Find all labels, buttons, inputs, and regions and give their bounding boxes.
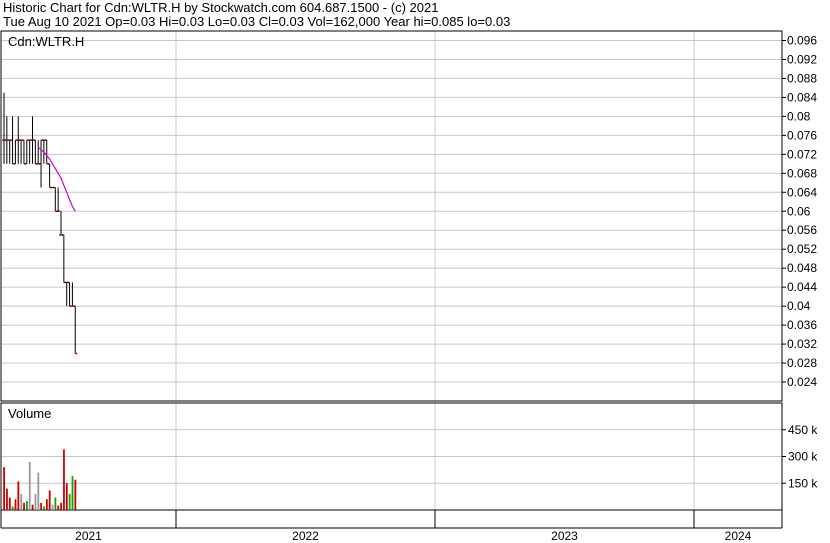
volume-bar	[48, 490, 51, 510]
volume-axis: 450 k 300 k 150 k	[782, 423, 818, 490]
volume-bar	[14, 499, 17, 510]
volume-bar	[40, 502, 43, 510]
volume-bar	[43, 506, 45, 510]
chart-frame	[0, 30, 783, 529]
year-axis: 2021 2022 2023 2024	[75, 510, 752, 543]
volume-bar	[3, 467, 5, 510]
volume-bar	[37, 472, 40, 510]
volume-bar	[6, 488, 8, 510]
volume-panel-title: Volume	[8, 406, 51, 421]
volume-bars	[3, 449, 77, 510]
volume-tick-label: 300 k	[788, 450, 818, 464]
volume-bar	[31, 504, 34, 510]
grid-layer	[1, 31, 782, 510]
volume-bar	[28, 461, 31, 510]
price-tick-label: 0.088	[787, 71, 817, 85]
price-tick-label: 0.04	[787, 299, 811, 313]
price-tick-label: 0.036	[787, 318, 817, 332]
ohlc-bars	[2, 92, 78, 355]
price-tick-label: 0.028	[787, 356, 817, 370]
volume-bar	[17, 481, 20, 510]
volume-bar	[68, 493, 71, 510]
price-tick-label: 0.052	[787, 242, 817, 256]
price-panel-title: Cdn:WLTR.H	[8, 34, 84, 49]
price-tick-label: 0.076	[787, 128, 817, 142]
volume-bar	[45, 499, 48, 510]
year-tick-label: 2024	[725, 529, 752, 543]
price-tick-label: 0.092	[787, 52, 817, 66]
volume-bar	[54, 497, 57, 510]
price-tick-label: 0.056	[787, 223, 817, 237]
volume-tick-label: 450 k	[788, 423, 818, 437]
volume-bar	[11, 506, 14, 510]
volume-bar	[65, 483, 68, 510]
volume-tick-label: 150 k	[788, 476, 818, 490]
volume-bar	[26, 501, 28, 510]
volume-bar	[23, 502, 25, 510]
price-tick-label: 0.06	[787, 204, 811, 218]
price-tick-label: 0.048	[787, 261, 817, 275]
price-tick-label: 0.044	[787, 280, 817, 294]
year-tick-label: 2022	[292, 529, 319, 543]
volume-bar	[74, 479, 77, 510]
price-tick-label: 0.068	[787, 166, 817, 180]
volume-bar	[57, 505, 60, 510]
price-tick-label: 0.064	[787, 185, 817, 199]
volume-bar	[8, 497, 11, 510]
price-tick-label: 0.032	[787, 337, 817, 351]
volume-bar	[71, 476, 74, 510]
price-tick-label: 0.024	[787, 375, 817, 389]
volume-bar	[63, 449, 65, 510]
year-tick-label: 2023	[551, 529, 578, 543]
year-tick-label: 2021	[75, 529, 102, 543]
volume-bar	[60, 502, 62, 510]
volume-bar	[34, 493, 37, 510]
price-axis: 0.096 0.092 0.088 0.084 0.08 0.076 0.072 0.068 0…	[782, 33, 817, 389]
price-tick-label: 0.096	[787, 33, 817, 47]
price-tick-label: 0.072	[787, 147, 817, 161]
price-tick-label: 0.084	[787, 90, 817, 104]
volume-bar	[51, 504, 54, 510]
stock-chart: Cdn:WLTR.H Volume 0.0960.0920.0880.0840.…	[0, 30, 818, 543]
volume-bar	[20, 493, 23, 510]
price-tick-label: 0.08	[787, 109, 811, 123]
